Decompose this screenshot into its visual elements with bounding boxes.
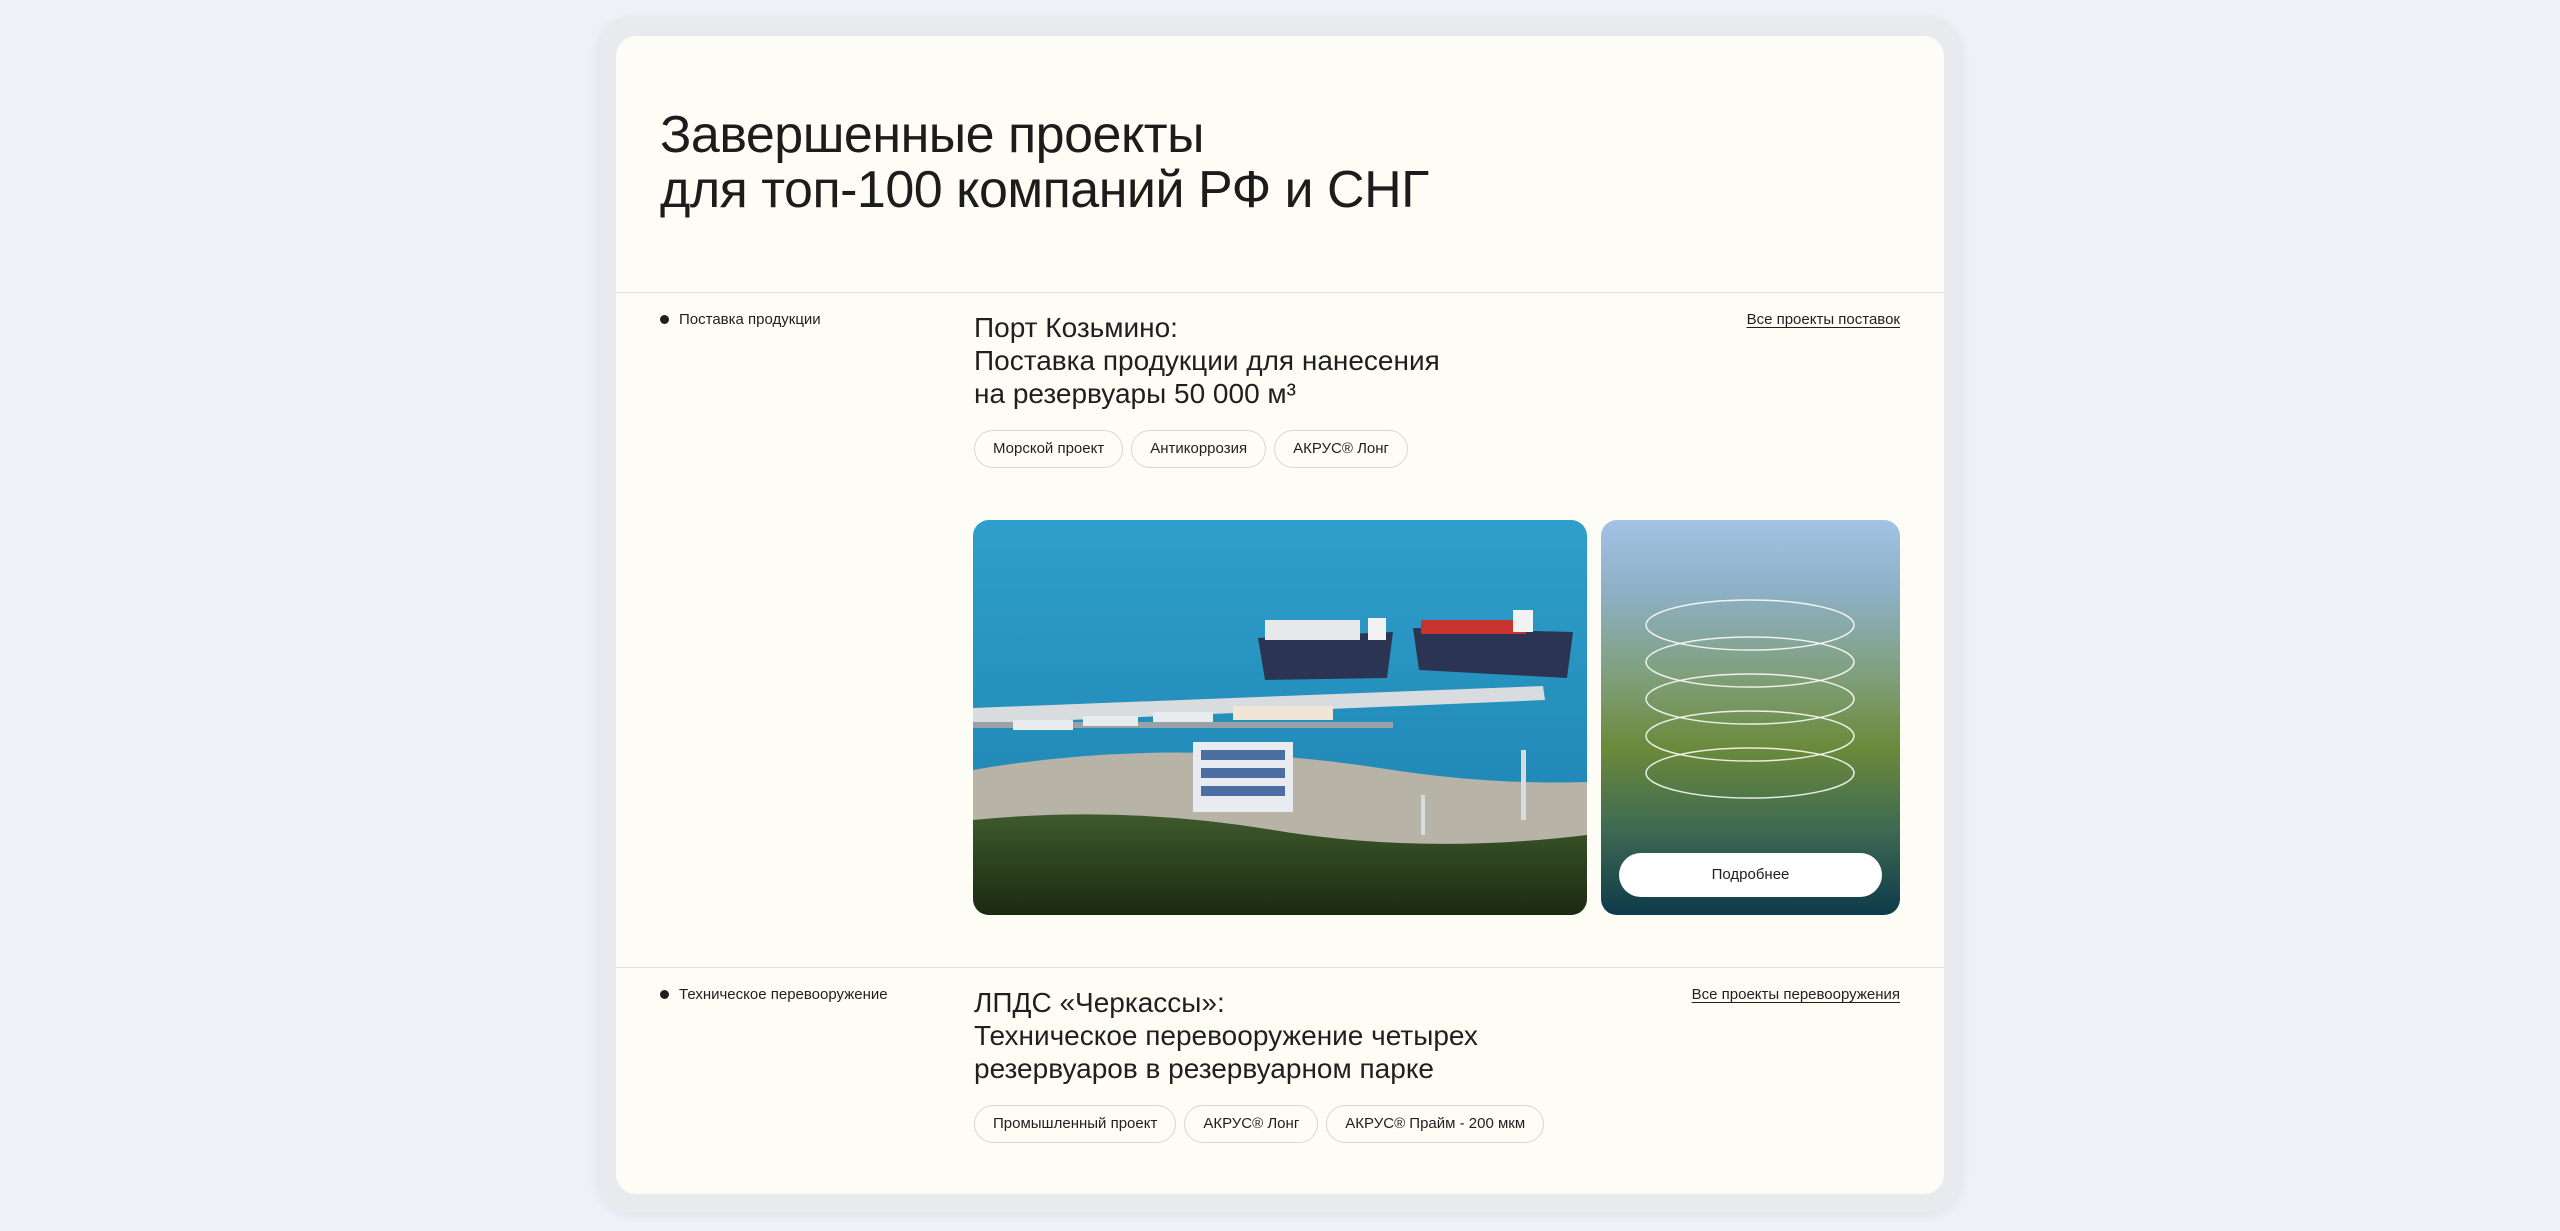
port-kozmino-image <box>973 520 1587 915</box>
project-category-label: Поставка продукции <box>679 311 821 328</box>
more-button[interactable]: Подробнее <box>1619 853 1882 897</box>
projects-card: Завершенные проекты для топ-100 компаний… <box>616 36 1944 1194</box>
project-title-line-2: Поставка продукции для нанесения <box>974 345 1440 376</box>
project-title-line-3: резервуаров в резервуарном парке <box>974 1053 1434 1084</box>
section-title: Завершенные проекты для топ-100 компаний… <box>660 108 1429 218</box>
tag-akrus-long[interactable]: АКРУС® Лонг <box>1184 1105 1319 1143</box>
divider <box>616 967 1944 968</box>
tag-akrus-long[interactable]: АКРУС® Лонг <box>1274 430 1409 468</box>
project-title: Порт Козьмино: Поставка продукции для на… <box>974 311 1440 410</box>
project-category: Поставка продукции <box>660 311 821 328</box>
divider <box>616 292 1944 293</box>
project-promo-card: Подробнее <box>1601 520 1900 915</box>
tag-anticorrosion[interactable]: Антикоррозия <box>1131 430 1267 468</box>
tag-marine-project[interactable]: Морской проект <box>974 430 1124 468</box>
project-tags: Морской проект Антикоррозия АКРУС® Лонг <box>974 430 1409 468</box>
project-title-line-1: Порт Козьмино: <box>974 312 1178 343</box>
project-title-line-2: Техническое перевооружение четырех <box>974 1020 1478 1051</box>
all-supply-projects-link[interactable]: Все проекты поставок <box>1747 311 1900 328</box>
project-photo <box>973 520 1587 915</box>
project-category-label: Техническое перевооружение <box>679 986 888 1003</box>
project-category: Техническое перевооружение <box>660 986 888 1003</box>
project-tags: Промышленный проект АКРУС® Лонг АКРУС® П… <box>974 1105 1545 1143</box>
all-upgrade-projects-link[interactable]: Все проекты перевооружения <box>1692 986 1900 1003</box>
section-title-line-2: для топ-100 компаний РФ и СНГ <box>660 161 1429 219</box>
tag-akrus-prime[interactable]: АКРУС® Прайм - 200 мкм <box>1326 1105 1545 1143</box>
project-title-line-3: на резервуары 50 000 м³ <box>974 378 1296 409</box>
tag-industrial-project[interactable]: Промышленный проект <box>974 1105 1177 1143</box>
project-title-line-1: ЛПДС «Черкассы»: <box>974 987 1225 1018</box>
bullet-icon <box>660 990 669 999</box>
bullet-icon <box>660 315 669 324</box>
project-title: ЛПДС «Черкассы»: Техническое перевооруже… <box>974 986 1478 1085</box>
section-title-line-1: Завершенные проекты <box>660 106 1204 164</box>
